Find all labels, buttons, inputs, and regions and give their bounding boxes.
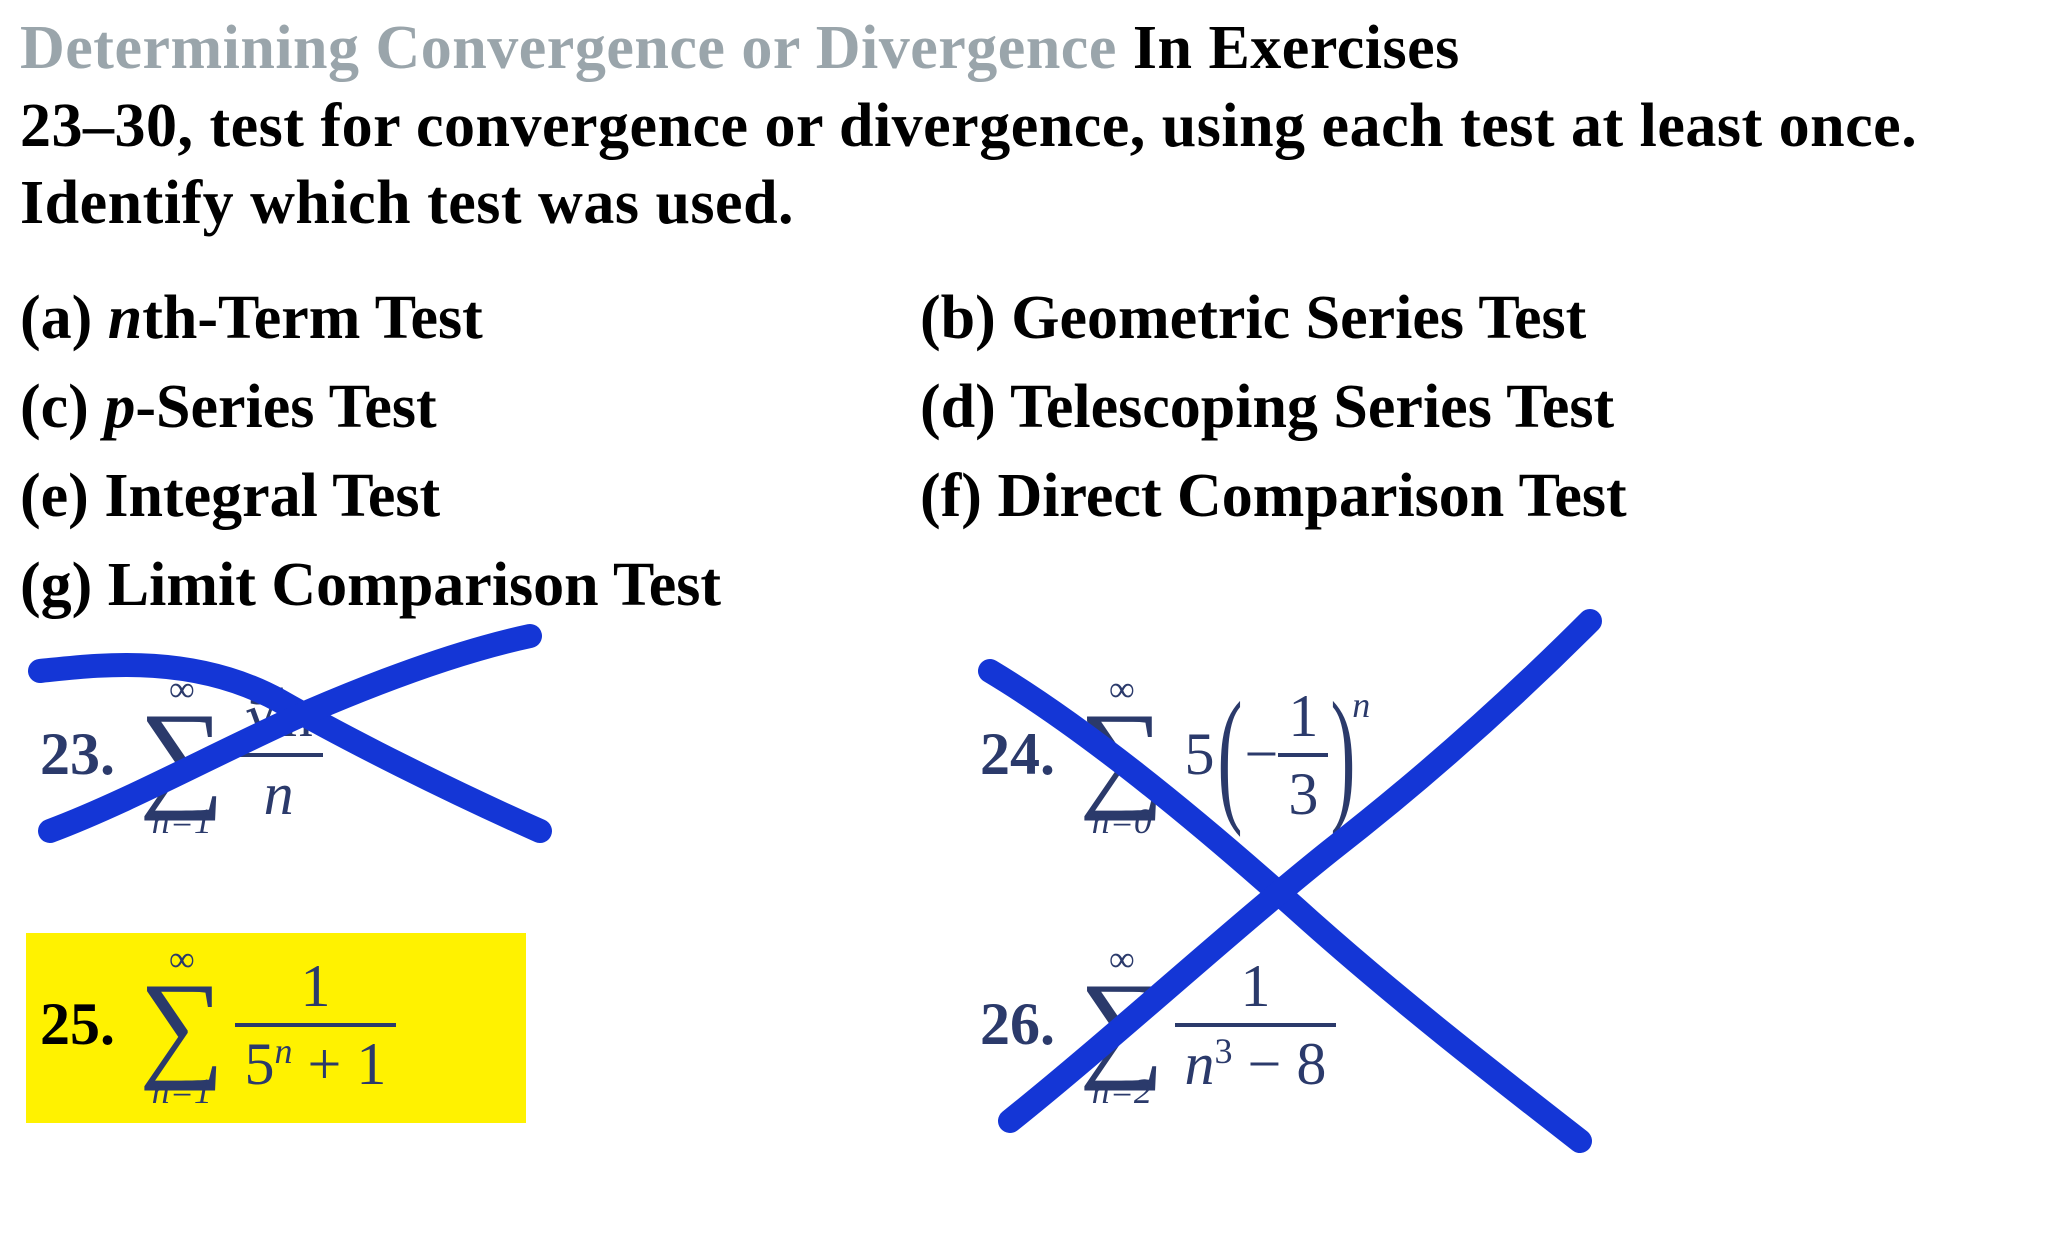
- test-g-name: Limit Comparison Test: [108, 551, 721, 619]
- instructions-block: Determining Convergence or Divergence In…: [20, 10, 2026, 243]
- exercise-25: 25. ∞ ∑ n=1 1 5n + 1: [40, 941, 396, 1109]
- exercise-24: 24. ∞ ∑ n=0 5 ( − 1 3 ) n: [980, 671, 1370, 839]
- exercises-area: 23. ∞ ∑ n=1 ∛n n 24. ∞: [20, 641, 2026, 1201]
- tests-list: (a) nth-Term Test (b) Geometric Series T…: [20, 283, 2026, 621]
- test-b: (b) Geometric Series Test: [920, 283, 2026, 354]
- sigma-25-lower: n=1: [152, 1073, 212, 1109]
- fraction-24: 1 3: [1278, 681, 1328, 829]
- sigma-26-lower: n=2: [1092, 1073, 1152, 1109]
- fraction-26-bot: n3 − 8: [1175, 1029, 1337, 1099]
- exercise-24-number: 24.: [980, 720, 1055, 789]
- frac26-base: n: [1185, 1031, 1215, 1097]
- exercise-23-number: 23.: [40, 720, 115, 789]
- fraction-25: 1 5n + 1: [235, 951, 397, 1099]
- sigma-23: ∞ ∑ n=1: [139, 671, 225, 839]
- exponent-24: n: [1352, 684, 1370, 726]
- test-b-label: (b): [920, 284, 996, 352]
- sigma-25: ∞ ∑ n=1: [139, 941, 225, 1109]
- sigma-icon: ∑: [1079, 707, 1165, 803]
- test-a-label: (a): [20, 284, 92, 352]
- test-d-label: (d): [920, 373, 996, 441]
- sigma-26: ∞ ∑ n=2: [1079, 941, 1165, 1109]
- fraction-23-bot: n: [254, 759, 304, 829]
- section-heading: Determining Convergence or Divergence: [20, 14, 1117, 82]
- sigma-icon: ∑: [1079, 977, 1165, 1073]
- frac25-exp: n: [275, 1031, 293, 1071]
- fraction-24-top: 1: [1278, 681, 1328, 751]
- fraction-25-top: 1: [290, 951, 340, 1021]
- exercise-23: 23. ∞ ∑ n=1 ∛n n: [40, 671, 323, 839]
- test-f-label: (f): [920, 462, 982, 530]
- test-c-label: (c): [20, 373, 89, 441]
- fraction-23-top: ∛n: [235, 681, 323, 751]
- test-c: (c) p-Series Test: [20, 372, 900, 443]
- sigma-24: ∞ ∑ n=0: [1079, 671, 1165, 839]
- fraction-24-bot: 3: [1278, 759, 1328, 829]
- coef-24: 5: [1185, 720, 1215, 789]
- neg-24: −: [1245, 720, 1279, 789]
- fraction-26: 1 n3 − 8: [1175, 951, 1337, 1099]
- sigma-icon: ∑: [139, 707, 225, 803]
- frac25-tail: + 1: [293, 1031, 387, 1097]
- open-paren-icon: (: [1217, 695, 1242, 815]
- textbook-page: Determining Convergence or Divergence In…: [0, 0, 2046, 1253]
- test-a-prefix: n: [108, 284, 142, 352]
- test-e: (e) Integral Test: [20, 461, 900, 532]
- sigma-23-lower: n=1: [152, 803, 212, 839]
- exercise-26: 26. ∞ ∑ n=2 1 n3 − 8: [980, 941, 1336, 1109]
- sigma-icon: ∑: [139, 977, 225, 1073]
- test-e-label: (e): [20, 462, 89, 530]
- fraction-23: ∛n n: [235, 681, 323, 829]
- frac25-base: 5: [245, 1031, 275, 1097]
- exercise-26-number: 26.: [980, 990, 1055, 1059]
- fraction-25-bot: 5n + 1: [235, 1029, 397, 1099]
- fraction-26-top: 1: [1230, 951, 1280, 1021]
- frac26-exp: 3: [1215, 1031, 1233, 1071]
- test-f: (f) Direct Comparison Test: [920, 461, 2026, 532]
- sigma-24-lower: n=0: [1092, 803, 1152, 839]
- exercise-25-number: 25.: [40, 990, 115, 1059]
- test-c-name: -Series Test: [135, 373, 436, 441]
- test-d-name: Telescoping Series Test: [1010, 373, 1614, 441]
- instructions-line2: 23–30, test for convergence or divergenc…: [20, 92, 1917, 238]
- instructions-line1: In Exercises: [1117, 14, 1460, 82]
- test-a: (a) nth-Term Test: [20, 283, 900, 354]
- test-a-name: th-Term Test: [142, 284, 482, 352]
- test-d: (d) Telescoping Series Test: [920, 372, 2026, 443]
- test-c-prefix: p: [104, 373, 135, 441]
- test-e-name: Integral Test: [104, 462, 440, 530]
- test-b-name: Geometric Series Test: [1011, 284, 1586, 352]
- test-g-label: (g): [20, 551, 92, 619]
- test-g: (g) Limit Comparison Test: [20, 550, 2026, 621]
- test-f-name: Direct Comparison Test: [997, 462, 1626, 530]
- frac26-tail: − 8: [1233, 1031, 1327, 1097]
